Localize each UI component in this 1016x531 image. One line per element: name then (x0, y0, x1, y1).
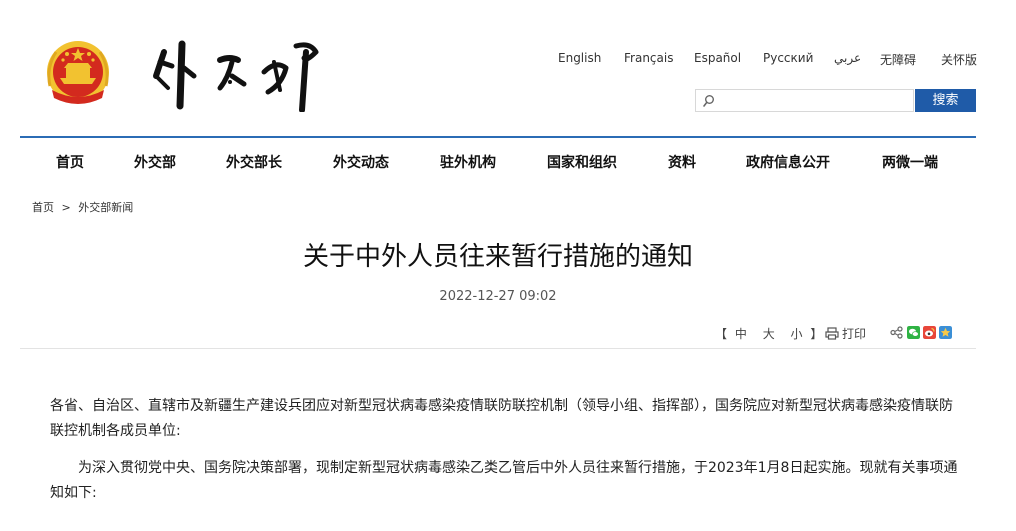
article-paragraph-2: 为深入贯彻党中央、国务院决策部署，现制定新型冠状病毒感染乙类乙管后中外人员往来暂… (50, 460, 958, 501)
article-body: 各省、自治区、直辖市及新疆生产建设兵团应对新型冠状病毒感染疫情联防联控机制（领导… (50, 394, 960, 518)
font-size-switcher: 【 中 大 小 】 (715, 325, 822, 342)
language-bar: English Français Español Русский عربي 无障… (540, 51, 980, 69)
nav-item-gov-info[interactable]: 政府信息公开 (746, 152, 830, 172)
ministry-calligraphy-logo[interactable] (146, 32, 336, 112)
national-emblem-icon[interactable] (42, 38, 114, 112)
nav-item-activities[interactable]: 外交动态 (333, 152, 389, 172)
accessibility-link[interactable]: 无障碍 (880, 51, 916, 68)
nav-item-home[interactable]: 首页 (56, 152, 84, 172)
nav-item-social[interactable]: 两微一端 (882, 152, 938, 172)
article-tools: 【 中 大 小 】 打印 (715, 325, 975, 341)
article-paragraph-1: 各省、自治区、直辖市及新疆生产建设兵团应对新型冠状病毒感染疫情联防联控机制（领导… (50, 398, 953, 439)
site-header: English Français Español Русский عربي 无障… (0, 0, 1016, 140)
search-input[interactable] (720, 91, 910, 110)
weibo-icon[interactable] (923, 326, 936, 339)
printer-icon (825, 327, 839, 340)
share-icon[interactable] (890, 326, 903, 339)
font-size-bracket-close: 】 (810, 327, 823, 341)
lang-spanish-link[interactable]: Español (694, 51, 741, 65)
breadcrumb-separator: > (61, 201, 71, 214)
lang-english-link[interactable]: English (558, 51, 601, 65)
lang-french-link[interactable]: Français (624, 51, 673, 65)
elder-care-link[interactable]: 关怀版 (941, 51, 977, 68)
nav-item-minister[interactable]: 外交部长 (226, 152, 282, 172)
lang-russian-link[interactable]: Русский (763, 51, 813, 65)
article-title: 关于中外人员往来暂行措施的通知 (302, 242, 693, 272)
nav-item-missions[interactable]: 驻外机构 (440, 152, 496, 172)
nav-item-countries[interactable]: 国家和组织 (547, 152, 617, 172)
print-button[interactable]: 打印 (825, 325, 866, 342)
nav-item-materials[interactable]: 资料 (668, 152, 696, 172)
font-size-small-button[interactable]: 小 (791, 327, 803, 341)
search-icon (703, 95, 714, 107)
wechat-icon[interactable] (907, 326, 920, 339)
font-size-medium-button[interactable]: 大 (763, 327, 775, 341)
search-button[interactable]: 搜索 (915, 89, 976, 112)
font-size-bracket-open: 【 (715, 327, 728, 341)
qzone-icon[interactable] (939, 326, 952, 339)
search-box (695, 89, 914, 112)
nav-item-ministry[interactable]: 外交部 (134, 152, 176, 172)
article-date: 2022-12-27 09:02 (439, 289, 557, 304)
breadcrumb-current[interactable]: 外交部新闻 (78, 201, 133, 214)
breadcrumb: 首页 > 外交部新闻 (32, 199, 133, 215)
font-size-large-button[interactable]: 中 (735, 327, 747, 341)
content-divider (20, 348, 976, 349)
breadcrumb-home[interactable]: 首页 (32, 201, 54, 214)
main-nav: 首页 外交部 外交部长 外交动态 驻外机构 国家和组织 资料 政府信息公开 两微… (20, 136, 976, 182)
lang-arabic-link[interactable]: عربي (834, 51, 861, 65)
print-label: 打印 (842, 327, 867, 341)
